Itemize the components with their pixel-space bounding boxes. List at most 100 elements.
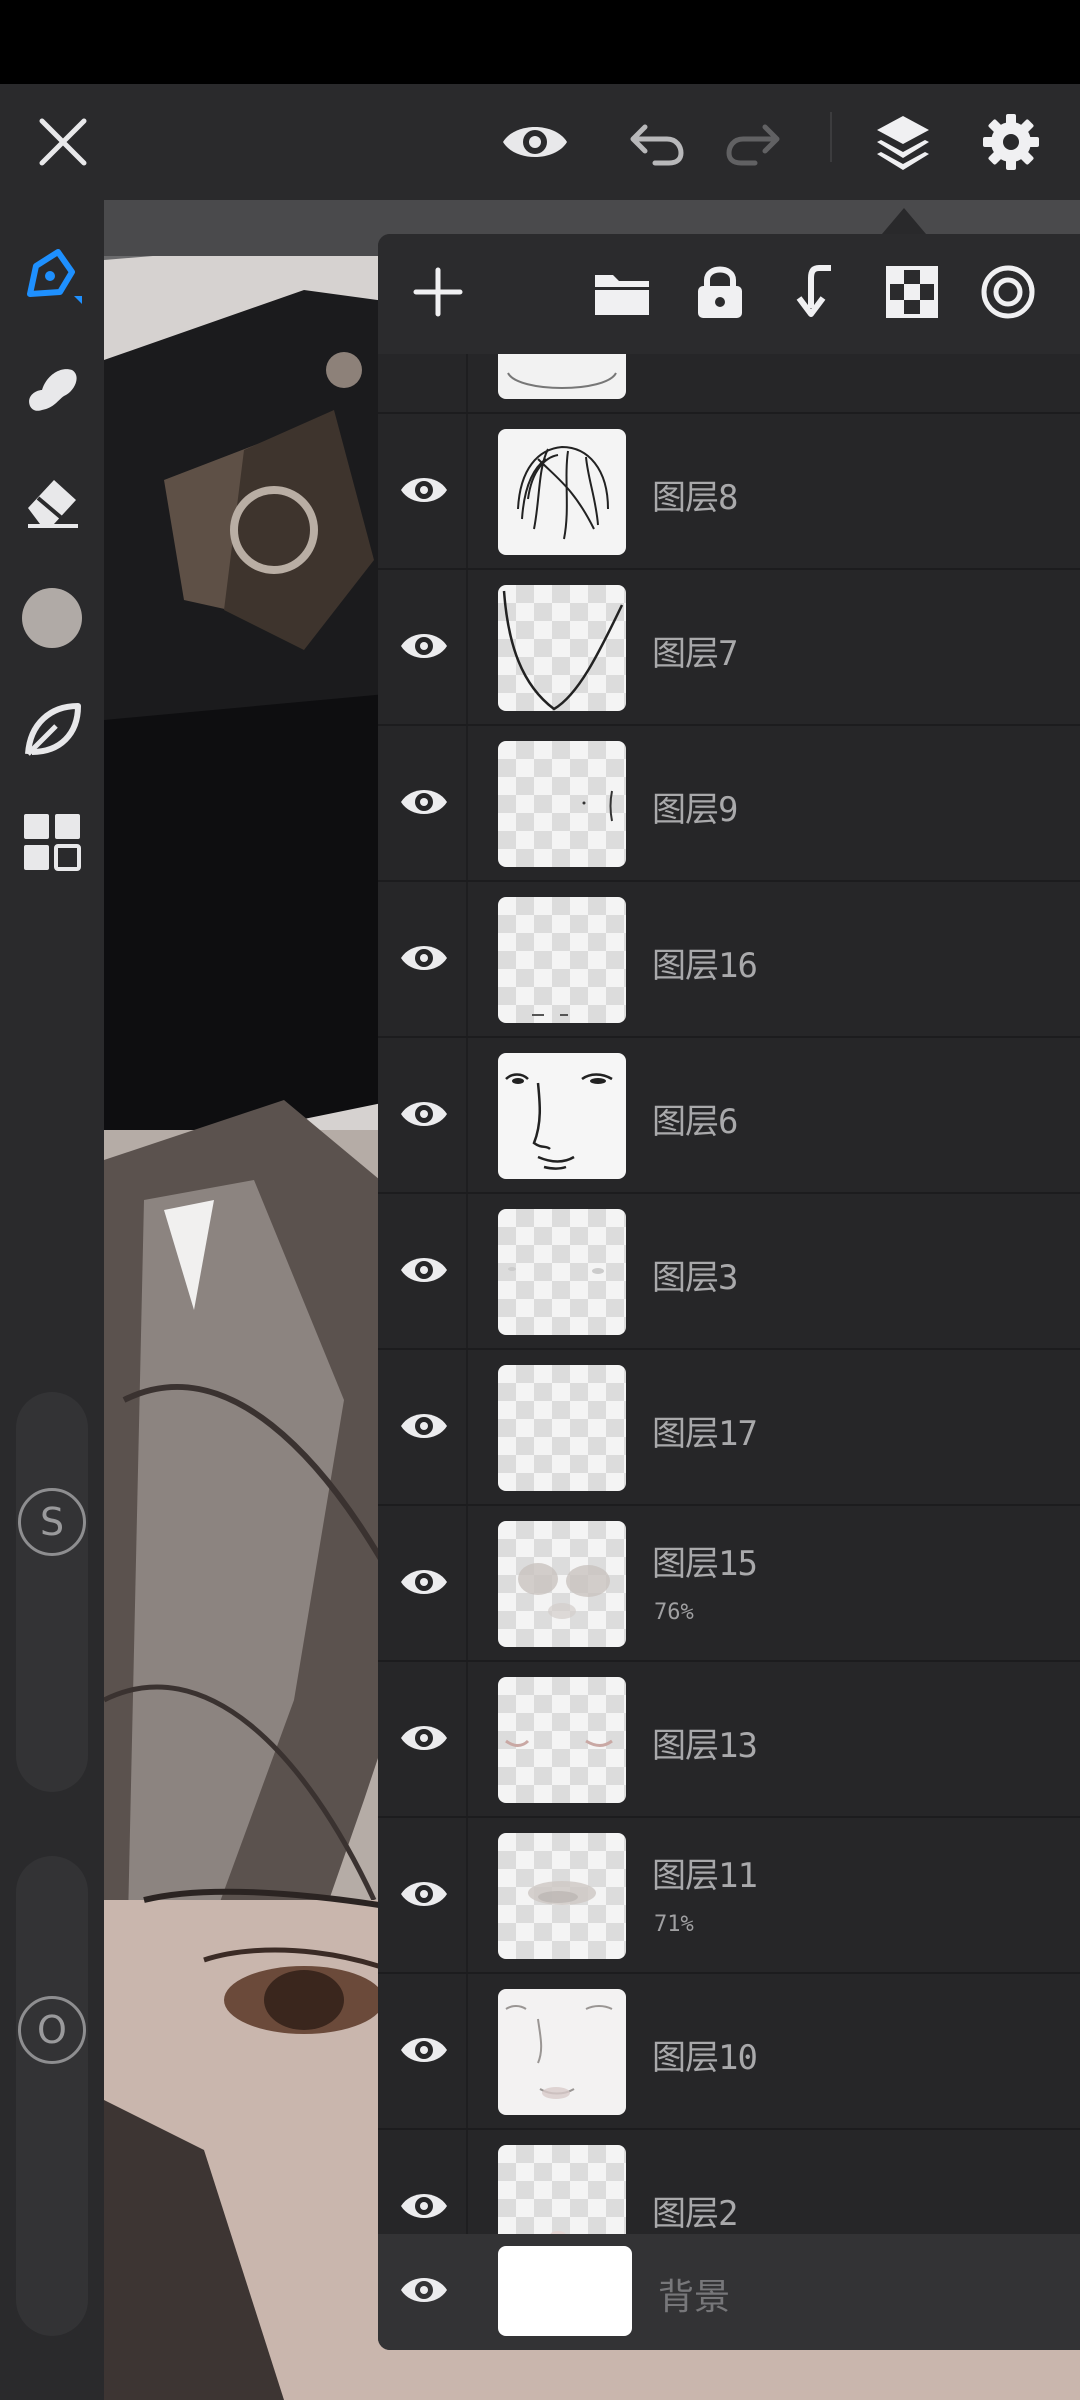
top-toolbar [0, 84, 1080, 200]
settings-button[interactable] [966, 97, 1056, 187]
layer-visibility-toggle[interactable] [396, 932, 452, 988]
leaf-icon [20, 698, 84, 766]
layer-thumbnail [498, 354, 626, 399]
brush-size-slider[interactable] [16, 1392, 88, 1792]
add-folder-button[interactable] [582, 254, 662, 334]
left-toolbar: S O [0, 200, 104, 2400]
redo-button[interactable] [708, 97, 798, 187]
blend-mode-icon [980, 264, 1036, 324]
merge-down-icon [791, 264, 841, 324]
layer-name: 图层7 [652, 634, 738, 674]
smudge-icon [20, 356, 84, 424]
layer-row[interactable]: 图层10 [378, 1974, 1080, 2130]
layer-thumbnail [498, 1989, 626, 2115]
layer-row[interactable]: 图层3 [378, 1194, 1080, 1350]
layer-list[interactable]: 图层8 图层7 图层9 图层16 图层6 图层3 图层17 图层15 76% 图… [378, 354, 1080, 2234]
gear-icon [981, 112, 1041, 172]
layer-thumbnail [498, 585, 626, 711]
layer-row[interactable]: 图层8 [378, 414, 1080, 570]
eye-icon [399, 472, 449, 512]
eye-icon [399, 1720, 449, 1760]
background-layer-row[interactable]: 背景 [378, 2234, 1080, 2350]
layer-name: 图层2 [652, 2194, 738, 2234]
layer-visibility-toggle[interactable] [396, 1088, 452, 1144]
merge-down-button[interactable] [776, 254, 856, 334]
eye-icon [500, 117, 570, 167]
layer-row[interactable]: 图层13 [378, 1662, 1080, 1818]
brush-tool[interactable] [12, 238, 92, 318]
close-button[interactable] [18, 97, 108, 187]
layers-icon [873, 112, 933, 172]
transparency-icon [886, 266, 938, 322]
layer-visibility-toggle[interactable] [396, 1712, 452, 1768]
blend-mode-button[interactable] [968, 254, 1048, 334]
eye-icon [399, 784, 449, 824]
panel-pointer [882, 208, 926, 234]
status-bar [0, 0, 1080, 84]
layers-panel: 图层8 图层7 图层9 图层16 图层6 图层3 图层17 图层15 76% 图… [378, 234, 1080, 2350]
eye-icon [399, 1096, 449, 1136]
layer-name: 图层6 [652, 1102, 738, 1142]
layer-visibility-toggle[interactable] [396, 464, 452, 520]
smudge-tool[interactable] [12, 350, 92, 430]
layer-thumbnail [498, 2145, 626, 2234]
layer-visibility-toggle[interactable] [396, 1400, 452, 1456]
eye-icon [399, 1564, 449, 1604]
layer-row[interactable]: 图层15 76% [378, 1506, 1080, 1662]
leaf-tool[interactable] [12, 692, 92, 772]
add-layer-icon [412, 266, 464, 322]
layer-name: 图层9 [652, 790, 738, 830]
layer-row[interactable]: 图层7 [378, 570, 1080, 726]
layer-visibility-toggle[interactable] [396, 620, 452, 676]
brush-opacity-slider[interactable] [16, 1856, 88, 2336]
layer-thumbnail [498, 1677, 626, 1803]
layer-thumbnail [498, 1209, 626, 1335]
layer-visibility-toggle[interactable] [396, 1556, 452, 1612]
eye-icon [399, 1876, 449, 1916]
color-picker-button[interactable] [12, 580, 92, 660]
transparency-button[interactable] [872, 254, 952, 334]
layer-visibility-toggle[interactable] [396, 776, 452, 832]
layer-row[interactable]: 图层16 [378, 882, 1080, 1038]
layer-visibility-toggle[interactable] [396, 1244, 452, 1300]
gallery-tool[interactable] [12, 804, 92, 884]
layer-name: 图层11 [652, 1856, 758, 1896]
eye-icon [399, 628, 449, 668]
layer-visibility-toggle[interactable] [396, 2024, 452, 2080]
background-layer-name: 背景 [658, 2277, 731, 2318]
brush-size-knob[interactable]: S [18, 1488, 86, 1556]
close-icon [36, 115, 90, 169]
layers-button[interactable] [858, 97, 948, 187]
layer-row[interactable]: 图层9 [378, 726, 1080, 882]
undo-button[interactable] [612, 97, 702, 187]
layer-visibility-toggle[interactable] [396, 2264, 452, 2320]
layer-name: 图层10 [652, 2038, 758, 2078]
eye-icon [399, 1252, 449, 1292]
layer-thumbnail [498, 1365, 626, 1491]
layer-visibility-toggle[interactable] [396, 2180, 452, 2234]
eye-icon [399, 1408, 449, 1448]
layer-name: 图层8 [652, 478, 738, 518]
layer-name: 图层16 [652, 946, 758, 986]
lock-button[interactable] [680, 254, 760, 334]
layer-thumbnail [498, 1833, 626, 1959]
eraser-tool[interactable] [12, 462, 92, 542]
background-color-swatch[interactable] [498, 2246, 632, 2336]
pen-icon [20, 244, 84, 312]
layer-row[interactable]: 图层2 [378, 2130, 1080, 2234]
add-layer-button[interactable] [398, 254, 478, 334]
layer-visibility-toggle[interactable] [396, 1868, 452, 1924]
layer-row[interactable] [378, 354, 1080, 414]
layer-thumbnail [498, 1053, 626, 1179]
eraser-icon [20, 468, 84, 536]
redo-icon [723, 117, 783, 167]
eye-icon [399, 940, 449, 980]
layer-row[interactable]: 图层17 [378, 1350, 1080, 1506]
preview-button[interactable] [490, 97, 580, 187]
layer-row[interactable]: 图层11 71% [378, 1818, 1080, 1974]
layer-thumbnail [498, 741, 626, 867]
brush-opacity-knob[interactable]: O [18, 1996, 86, 2064]
opacity-label: O [37, 2008, 67, 2052]
layer-row[interactable]: 图层6 [378, 1038, 1080, 1194]
toolbar-divider [830, 112, 832, 162]
